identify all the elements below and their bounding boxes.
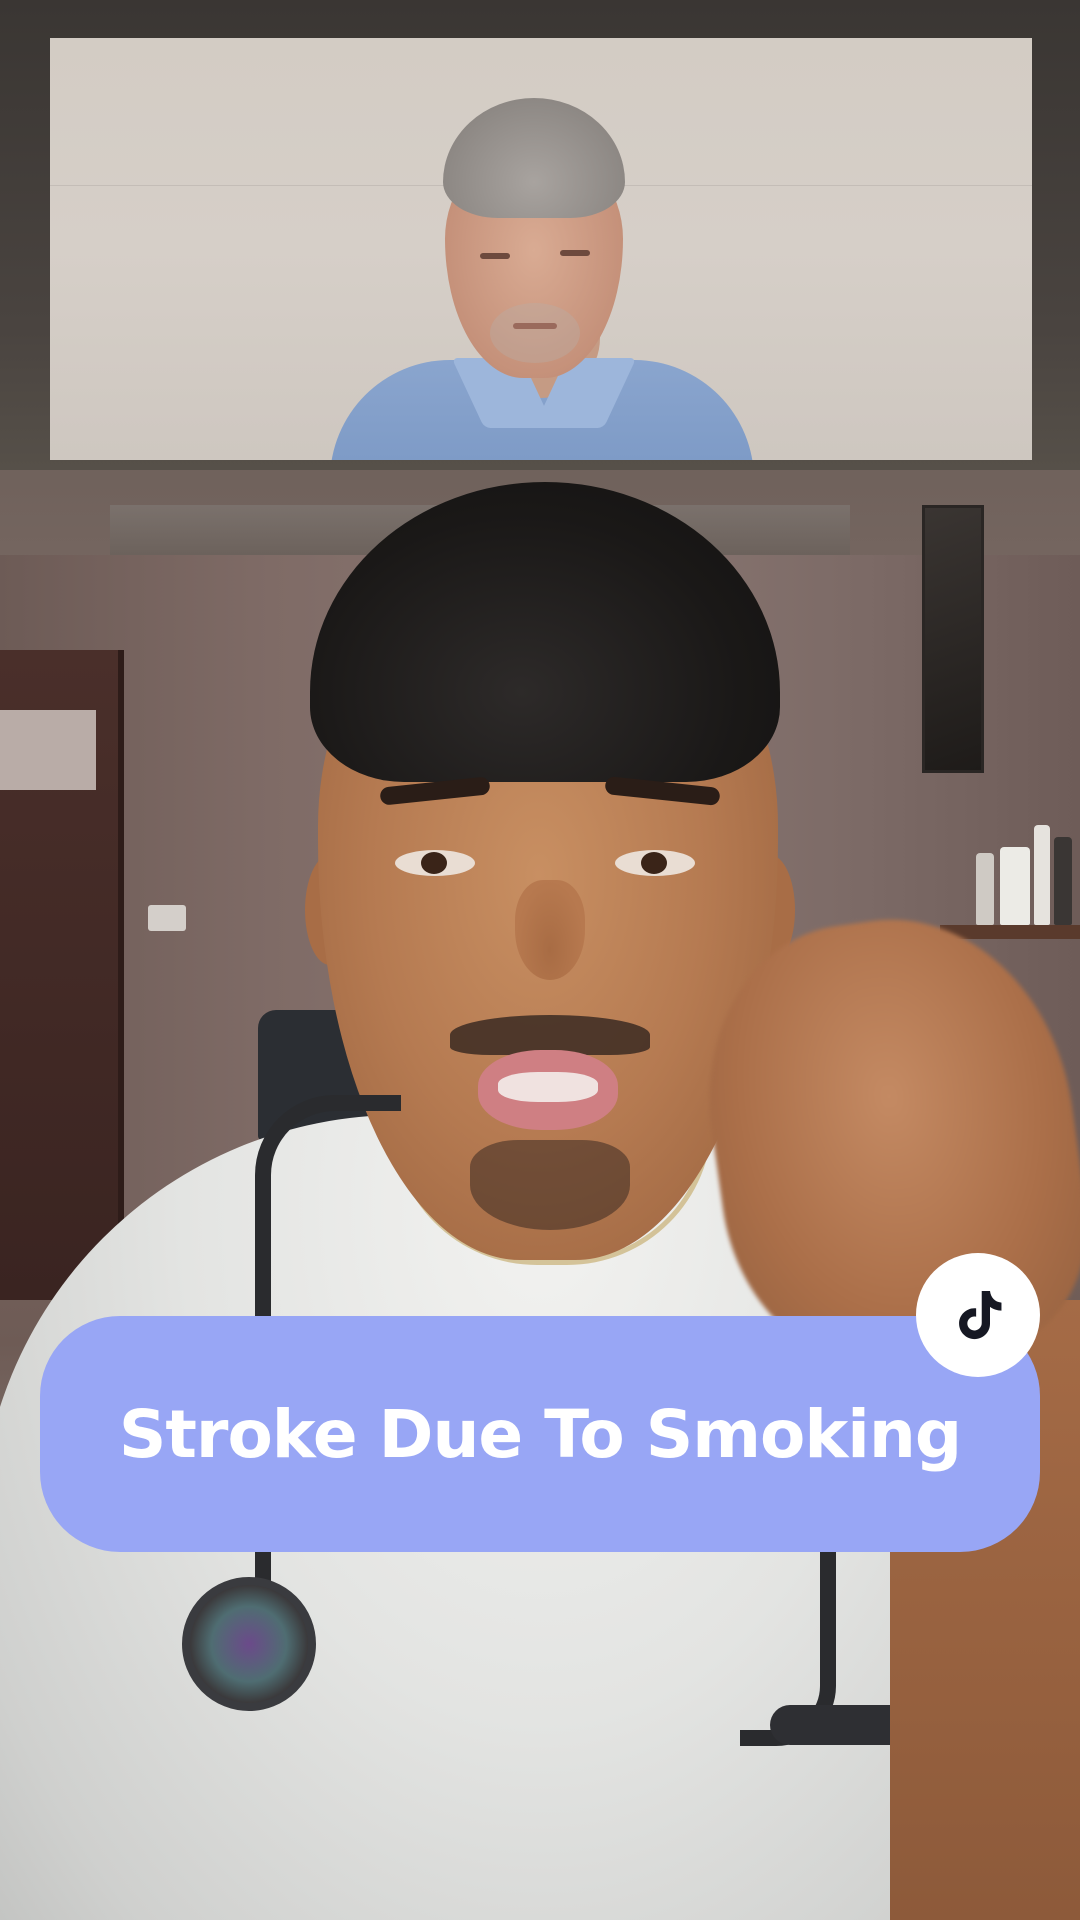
inset-man-mouth xyxy=(513,323,557,329)
room-door xyxy=(0,650,124,1300)
tiktok-badge[interactable] xyxy=(916,1253,1040,1377)
doctor-beard xyxy=(470,1140,630,1230)
inset-man-right-eye xyxy=(560,250,590,256)
stethoscope-chestpiece xyxy=(182,1577,316,1711)
wall-picture-frame xyxy=(922,505,984,773)
inset-man-hair xyxy=(443,98,625,218)
inset-video-clip xyxy=(50,38,1032,460)
video-screen[interactable]: Stroke Due To Smoking xyxy=(0,0,1080,1920)
doctor-right-eye xyxy=(615,850,695,876)
caption-banner: Stroke Due To Smoking xyxy=(40,1316,1040,1552)
inset-man-stubble xyxy=(490,303,580,363)
light-switch xyxy=(148,905,186,931)
caption-text: Stroke Due To Smoking xyxy=(118,1395,962,1473)
doctor-mouth xyxy=(478,1050,618,1130)
doctor-mustache xyxy=(450,1015,650,1055)
doctor-nose xyxy=(515,880,585,980)
tiktok-logo-icon xyxy=(959,1291,1002,1340)
doctor-left-eye xyxy=(395,850,475,876)
shelf-bottles xyxy=(970,810,1080,925)
inset-man-left-eye xyxy=(480,253,510,259)
